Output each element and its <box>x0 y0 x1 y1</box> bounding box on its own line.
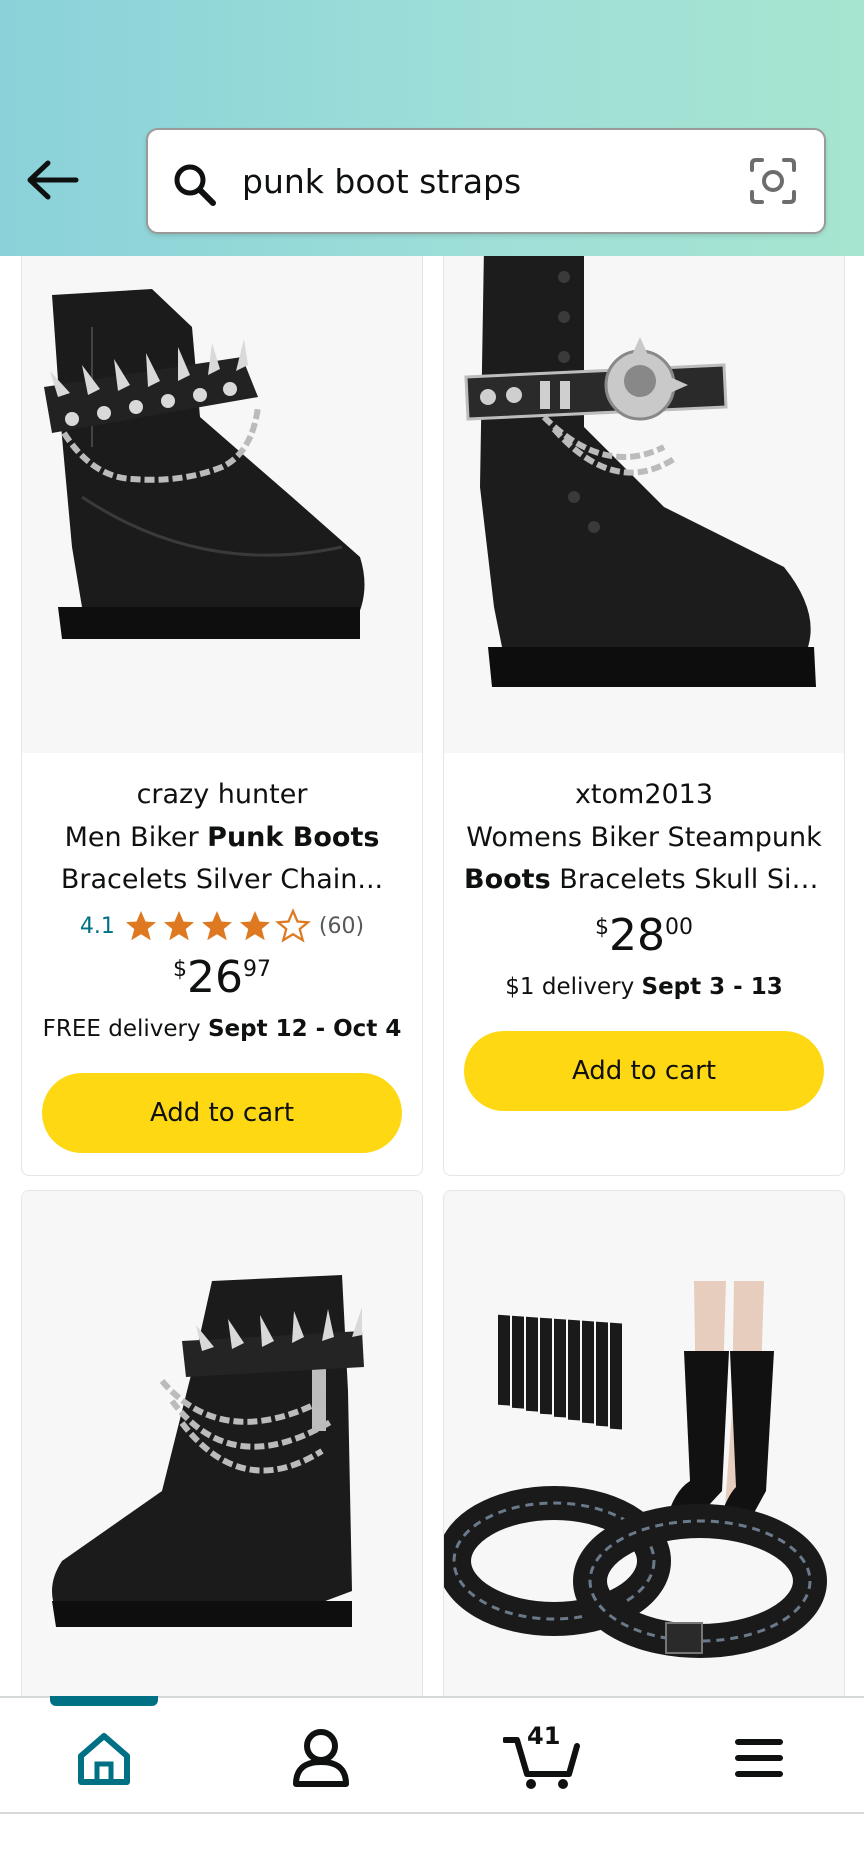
title-text: Bracelets Skull Silv... <box>550 864 824 895</box>
back-button[interactable] <box>24 155 84 205</box>
price-fraction: 00 <box>665 915 693 940</box>
product-brand: xtom2013 <box>574 779 714 810</box>
star-full-icon <box>125 911 156 941</box>
product-info: xtom2013 Womens Biker Steampunk Boots Br… <box>444 753 844 1111</box>
star-full-icon <box>201 911 232 941</box>
search-header <box>0 0 864 256</box>
search-input[interactable] <box>242 150 712 212</box>
delivery-info: $1 delivery Sept 3 - 13 <box>444 965 844 1009</box>
nav-menu[interactable] <box>724 1726 794 1790</box>
delivery-date: Sept 12 - Oct 4 <box>207 1016 402 1042</box>
title-text: Men Biker <box>64 822 208 853</box>
star-empty-icon <box>275 908 311 943</box>
product-title[interactable]: Womens Biker Steampunk Boots Bracelets S… <box>444 817 844 901</box>
add-to-cart-button[interactable]: Add to cart <box>42 1073 402 1153</box>
product-card[interactable]: crazy hunter Men Biker Punk Boots Bracel… <box>21 256 423 1176</box>
product-price: $ 26 97 <box>22 951 422 1007</box>
home-icon <box>78 1733 130 1785</box>
nav-cart[interactable]: 41 <box>502 1722 583 1790</box>
product-image[interactable] <box>444 256 844 753</box>
nav-home[interactable] <box>69 1726 139 1790</box>
menu-icon <box>735 1739 783 1777</box>
product-image[interactable] <box>22 1191 422 1696</box>
boot-strap-image <box>22 256 422 753</box>
boot-strap-image <box>444 1191 844 1696</box>
search-icon <box>174 164 216 206</box>
boot-strap-image <box>444 256 844 753</box>
title-text: Bracelets Silver Chain... <box>60 864 384 895</box>
rating-value: 4.1 <box>79 913 115 939</box>
product-card[interactable] <box>443 1190 845 1696</box>
delivery-info: FREE delivery Sept 12 - Oct 4 <box>22 1007 422 1051</box>
product-image[interactable] <box>444 1191 844 1696</box>
rating-row[interactable]: 4.1 (60) <box>22 901 422 951</box>
title-text: Womens Biker Steampunk <box>466 822 822 853</box>
camera-scan-icon[interactable] <box>748 156 798 206</box>
star-rating <box>123 908 311 944</box>
cart-count-badge: 41 <box>527 1722 561 1750</box>
results-grid: crazy hunter Men Biker Punk Boots Bracel… <box>0 256 864 1696</box>
active-tab-indicator <box>50 1696 158 1706</box>
star-full-icon <box>163 911 194 941</box>
rating-count: (60) <box>318 913 365 939</box>
product-price: $ 28 00 <box>444 909 844 965</box>
bottom-navigation: 41 <box>0 1696 864 1814</box>
price-whole: 26 <box>187 952 243 1003</box>
title-highlight: Punk Boots <box>207 822 380 853</box>
title-highlight: Boots <box>464 864 551 895</box>
price-whole: 28 <box>609 910 665 961</box>
product-image[interactable] <box>22 256 422 753</box>
add-to-cart-button[interactable]: Add to cart <box>464 1031 824 1111</box>
product-card[interactable]: xtom2013 Womens Biker Steampunk Boots Br… <box>443 256 845 1176</box>
delivery-label: $1 delivery <box>505 974 642 1000</box>
boot-strap-image <box>22 1191 422 1696</box>
product-info: crazy hunter Men Biker Punk Boots Bracel… <box>22 753 422 1153</box>
product-card[interactable] <box>21 1190 423 1696</box>
back-arrow-icon <box>27 160 79 200</box>
star-full-icon <box>239 911 270 941</box>
price-symbol: $ <box>173 957 187 982</box>
delivery-date: Sept 3 - 13 <box>641 974 783 1000</box>
nav-account[interactable] <box>286 1726 356 1790</box>
price-symbol: $ <box>595 915 609 940</box>
product-title[interactable]: Men Biker Punk Boots Bracelets Silver Ch… <box>22 817 422 901</box>
product-brand: crazy hunter <box>136 779 308 810</box>
delivery-label: FREE delivery <box>42 1016 208 1042</box>
search-bar[interactable] <box>146 128 826 234</box>
account-icon <box>293 1729 349 1787</box>
price-fraction: 97 <box>243 957 271 982</box>
